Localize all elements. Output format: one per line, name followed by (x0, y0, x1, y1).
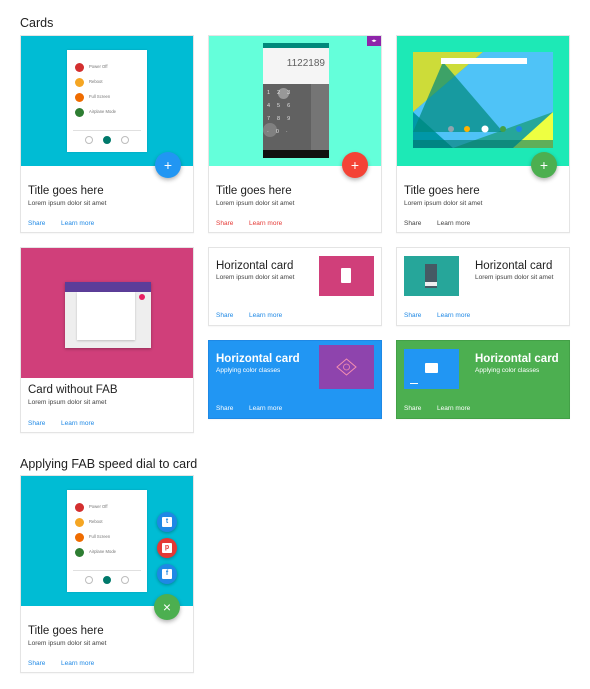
material-wallpaper-mockup (413, 52, 553, 148)
learn-more-link[interactable]: Learn more (249, 405, 282, 412)
card-title: Horizontal card (475, 353, 559, 365)
share-link[interactable]: Share (404, 405, 421, 412)
learn-more-link[interactable]: Learn more (437, 220, 470, 227)
power-menu-mockup: Power Off Reboot Full Screen Airplane Mo… (67, 50, 147, 152)
twitter-dial-button[interactable]: t (157, 512, 177, 532)
add-fab-button[interactable]: + (342, 152, 368, 178)
pinterest-dial-button[interactable]: p (157, 538, 177, 558)
power-menu-item: Airplane Mode (89, 549, 117, 554)
card-subtitle: Lorem ipsum dolor sit amet (475, 274, 554, 281)
card-subtitle: Lorem ipsum dolor sit amet (216, 274, 295, 281)
card-subtitle: Lorem ipsum dolor sit amet (404, 200, 483, 207)
code-toggle-icon[interactable]: ◂▸ (367, 36, 381, 46)
card-subtitle: Applying color classes (475, 367, 540, 374)
add-fab-button[interactable]: + (531, 152, 557, 178)
card-without-fab: Card without FAB Lorem ipsum dolor sit a… (20, 247, 194, 433)
card-subtitle: Applying color classes (216, 367, 281, 374)
card-dialer: ◂▸ 1122189 123 456 789·0· + Title goes her… (208, 35, 382, 233)
card-title: Title goes here (28, 625, 104, 637)
close-fab-button[interactable]: × (154, 594, 180, 620)
share-link[interactable]: Share (404, 312, 421, 319)
card-title: Horizontal card (216, 260, 294, 272)
horizontal-card-green: Horizontal card Applying color classes S… (396, 340, 570, 419)
card-media (397, 36, 569, 166)
facebook-icon: f (162, 569, 172, 579)
card-title: Horizontal card (216, 353, 300, 365)
dialer-number: 1122189 (286, 58, 325, 69)
facebook-dial-button[interactable]: f (157, 564, 177, 584)
power-menu-item: Power Off (89, 504, 108, 509)
card-title: Title goes here (28, 185, 104, 197)
learn-more-link[interactable]: Learn more (249, 220, 282, 227)
share-link[interactable]: Share (216, 405, 233, 412)
card-thumbnail (319, 256, 374, 296)
power-menu-item: Full Screen (89, 94, 111, 99)
learn-more-link[interactable]: Learn more (249, 312, 282, 319)
card-subtitle: Lorem ipsum dolor sit amet (28, 399, 107, 406)
card-subtitle: Lorem ipsum dolor sit amet (28, 640, 107, 647)
twitter-icon: t (162, 517, 172, 527)
card-wallpaper: + Title goes here Lorem ipsum dolor sit … (396, 35, 570, 233)
learn-more-link[interactable]: Learn more (437, 312, 470, 319)
dialer-phone-mockup: 1122189 123 456 789·0· (263, 43, 329, 158)
card-thumbnail (404, 256, 459, 296)
pinterest-icon: p (162, 543, 172, 553)
learn-more-link[interactable]: Learn more (437, 405, 470, 412)
card-power-menu: Power Off Reboot Full Screen Airplane Mo… (20, 35, 194, 233)
learn-more-link[interactable]: Learn more (61, 660, 94, 667)
power-menu-item: Power Off (89, 64, 108, 69)
card-subtitle: Lorem ipsum dolor sit amet (216, 200, 295, 207)
folder-icon (425, 363, 438, 373)
card-thumbnail (319, 345, 374, 389)
card-title: Title goes here (216, 185, 292, 197)
share-link[interactable]: Share (28, 420, 45, 427)
add-fab-button[interactable]: + (155, 152, 181, 178)
power-menu-item: Airplane Mode (89, 109, 117, 114)
window-mockup (65, 282, 151, 348)
learn-more-link[interactable]: Learn more (61, 420, 94, 427)
card-title: Card without FAB (28, 384, 118, 396)
share-link[interactable]: Share (28, 660, 45, 667)
power-menu-item: Full Screen (89, 534, 111, 539)
power-menu-item: Reboot (89, 519, 103, 524)
share-link[interactable]: Share (28, 220, 45, 227)
card-title: Horizontal card (475, 260, 553, 272)
card-subtitle: Lorem ipsum dolor sit amet (28, 200, 107, 207)
card-thumbnail (404, 349, 459, 389)
power-menu-mockup: Power Off Reboot Full Screen Airplane Mo… (67, 490, 147, 592)
horizontal-card: Horizontal card Lorem ipsum dolor sit am… (208, 247, 382, 326)
learn-more-link[interactable]: Learn more (61, 220, 94, 227)
share-link[interactable]: Share (216, 220, 233, 227)
card-media (21, 248, 193, 378)
power-menu-item: Reboot (89, 79, 103, 84)
cards-section-title: Cards (20, 16, 54, 30)
share-link[interactable]: Share (404, 220, 421, 227)
share-link[interactable]: Share (216, 312, 233, 319)
horizontal-card: Horizontal card Lorem ipsum dolor sit am… (396, 247, 570, 326)
fab-dial-section-title: Applying FAB speed dial to card (20, 457, 198, 471)
card-fab-speed-dial: Power Off Reboot Full Screen Airplane Mo… (20, 475, 194, 673)
horizontal-card-blue: Horizontal card Applying color classes S… (208, 340, 382, 419)
card-title: Title goes here (404, 185, 480, 197)
card-media: ◂▸ 1122189 123 456 789·0· (209, 36, 381, 166)
card-media: Power Off Reboot Full Screen Airplane Mo… (21, 36, 193, 166)
